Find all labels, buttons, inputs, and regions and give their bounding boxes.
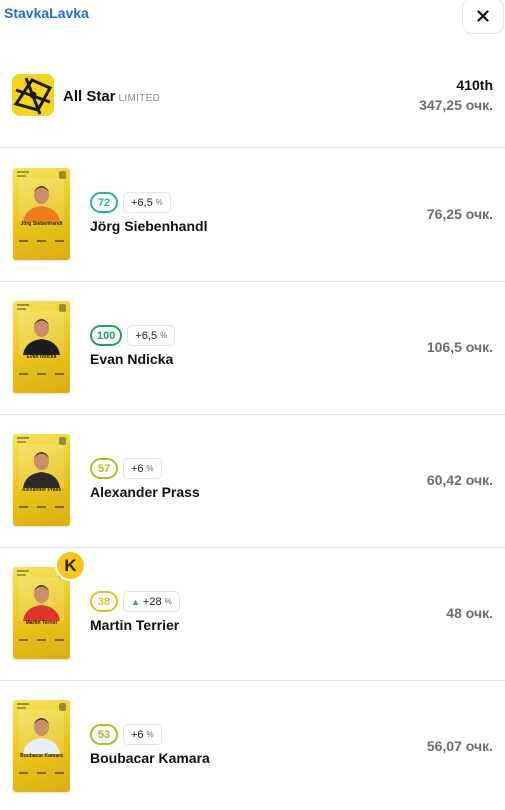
player-points: 60,42 очк. [426, 472, 493, 488]
card-decor [17, 171, 29, 173]
player-name: Alexander Prass [90, 484, 200, 500]
brand-title: StavkaLavka [4, 5, 89, 21]
player-row[interactable]: Boubacar Kamara 53 +6% Boubacar Kamara 56,07… [0, 681, 505, 810]
player-name: Jörg Siebenhandl [90, 218, 208, 234]
card-decor [17, 175, 26, 177]
score-badges: 72 +6,5% [90, 192, 171, 213]
bonus-value: +6,5 [135, 329, 158, 342]
bonus-badge: +6% [123, 724, 162, 745]
card-player-name: Alexander Prass [21, 487, 62, 493]
card-player-name: Evan Ndicka [26, 354, 57, 360]
score-badges: 38 ▲ +28% [90, 591, 180, 612]
player-points: 56,07 очк. [426, 738, 493, 754]
player-points: 48 очк. [446, 605, 493, 621]
league-total-points: 347,25 очк. [419, 97, 493, 113]
bonus-up-icon: ▲ [131, 596, 140, 607]
player-name: Boubacar Kamara [90, 750, 210, 766]
bonus-badge: +6% [123, 458, 162, 479]
score-badges: 53 +6% [90, 724, 162, 745]
card-stats [19, 240, 64, 244]
player-score-badge: 57 [90, 458, 118, 479]
card-player-name: Jörg Siebenhandl [20, 221, 63, 227]
player-card[interactable]: Boubacar Kamara [13, 700, 70, 792]
card-stats [19, 373, 64, 377]
player-row[interactable]: Evan Ndicka 100 +6,5% Evan Ndicka 106,5 очк. [0, 282, 505, 415]
card-decor [17, 574, 26, 576]
bonus-value: +6,5 [131, 196, 153, 209]
player-points: 106,5 очк. [426, 339, 493, 355]
card-stats [19, 506, 64, 510]
card-decor [17, 707, 26, 709]
close-button[interactable] [462, 0, 504, 34]
player-row[interactable]: Alexander Prass 57 +6% Alexander Prass 60,42… [0, 415, 505, 548]
player-card[interactable]: Martin Terrier [13, 567, 70, 659]
card-decor [17, 570, 29, 572]
player-name: Martin Terrier [90, 617, 180, 633]
league-logo-icon [12, 74, 54, 116]
player-row[interactable]: Jörg Siebenhandl 72 +6,5% Jörg Siebenhandl 7… [0, 149, 505, 282]
player-card[interactable]: Jörg Siebenhandl [13, 168, 70, 260]
player-portrait [19, 710, 64, 754]
player-card[interactable]: Alexander Prass [13, 434, 70, 526]
bonus-badge: ▲ +28% [123, 591, 180, 612]
top-bar: StavkaLavka [0, 0, 505, 36]
league-summary[interactable]: All Star LIMITED 410th 347,25 очк. [0, 60, 505, 148]
player-score-badge: 53 [90, 724, 118, 745]
player-score-badge: 100 [90, 325, 123, 346]
score-badges: 100 +6,5% [90, 325, 176, 346]
player-portrait [19, 444, 64, 488]
percent-icon: % [146, 730, 154, 739]
league-rank: 410th [456, 77, 493, 93]
player-score-badge: 38 [90, 591, 118, 612]
card-decor [17, 304, 29, 306]
bonus-badge: +6,5% [123, 192, 171, 213]
captain-badge: K [55, 550, 86, 581]
league-name: All Star LIMITED [63, 88, 160, 105]
card-player-name: Martin Terrier [25, 620, 58, 626]
percent-icon: % [155, 198, 163, 207]
percent-icon: % [146, 464, 154, 473]
bonus-value: +6 [131, 728, 144, 741]
card-player-name: Boubacar Kamara [20, 753, 63, 759]
player-points: 76,25 очк. [426, 206, 493, 222]
league-name-text: All Star [63, 88, 116, 105]
card-decor [17, 441, 26, 443]
league-rarity-tag: LIMITED [118, 93, 161, 104]
card-decor [17, 703, 29, 705]
close-icon [477, 10, 489, 22]
bonus-value: +28 [142, 595, 162, 608]
percent-icon: % [160, 331, 168, 340]
card-stats [19, 772, 64, 776]
bonus-value: +6 [131, 462, 144, 475]
player-score-badge: 72 [90, 192, 118, 213]
card-decor [17, 437, 29, 439]
player-name: Evan Ndicka [90, 351, 174, 367]
score-badges: 57 +6% [90, 458, 162, 479]
bonus-badge: +6,5% [127, 325, 176, 346]
card-stats [19, 639, 64, 643]
player-portrait [19, 311, 64, 355]
player-portrait [19, 178, 64, 222]
player-portrait [19, 577, 64, 621]
percent-icon: % [164, 597, 172, 606]
player-card[interactable]: Evan Ndicka [13, 301, 70, 393]
card-decor [17, 308, 26, 310]
